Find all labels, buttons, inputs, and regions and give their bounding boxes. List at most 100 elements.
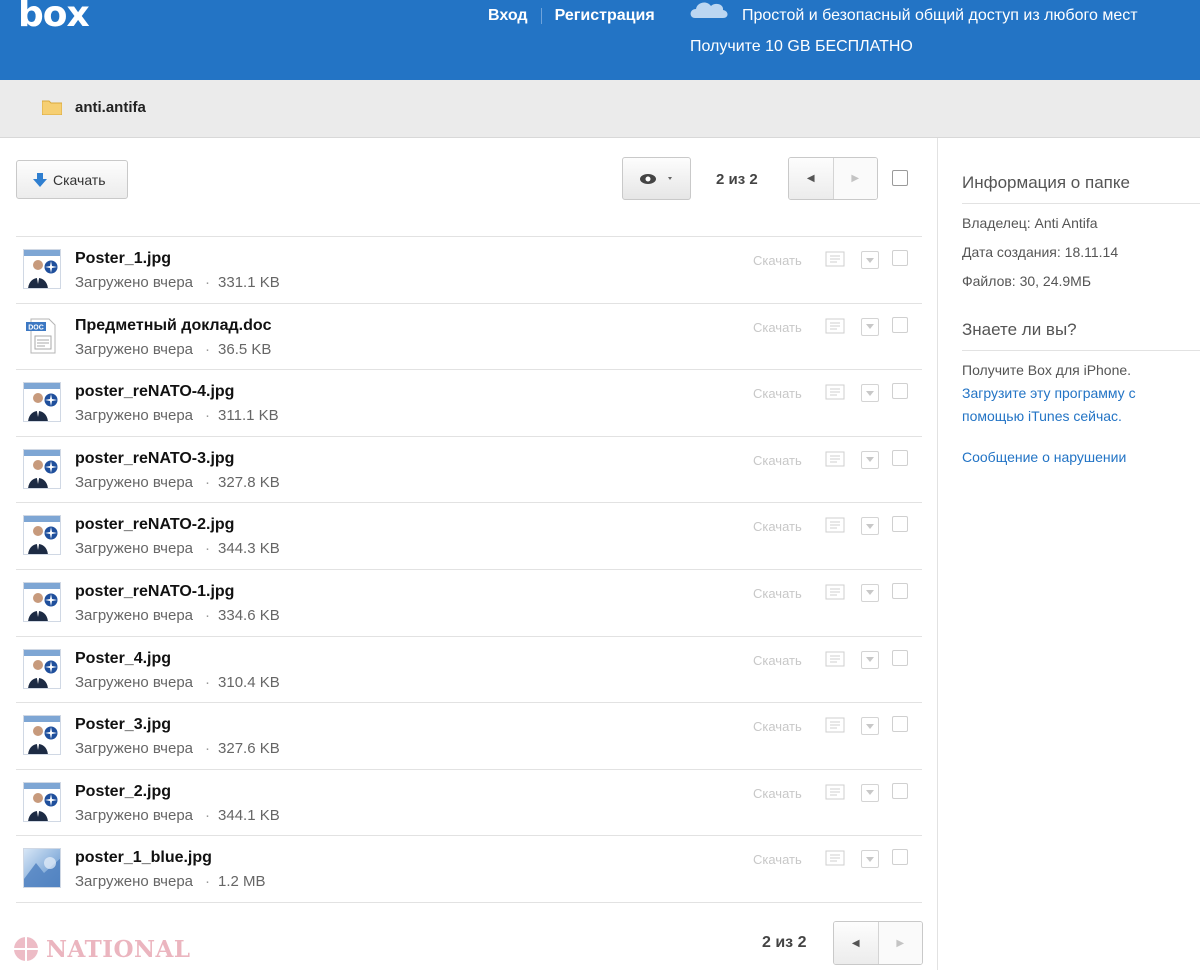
watermark-text: NATIONAL [46,935,191,963]
row-menu-button[interactable] [861,717,879,736]
image-thumbnail[interactable] [23,581,61,622]
row-menu-button[interactable] [861,650,879,669]
image-thumbnail[interactable] [23,781,61,822]
file-name[interactable]: Предметный доклад.doc [75,317,272,335]
row-checkbox[interactable] [892,383,908,400]
comment-icon[interactable] [825,717,845,735]
doc-file-icon[interactable]: DOC [23,316,61,356]
nato-emblem-icon [44,660,58,674]
file-upload-status: Загружено вчера [75,407,194,425]
file-row[interactable]: poster_reNATO-4.jpg Загружено вчера · 311.1… [16,370,922,437]
comment-icon[interactable] [825,451,845,469]
file-row[interactable]: Poster_1.jpg Загружено вчера · 331.1 KB Скач… [16,237,922,304]
report-abuse-link[interactable]: Сообщение о нарушении [962,449,1126,465]
row-menu-button[interactable] [861,850,879,869]
row-checkbox[interactable] [892,716,908,733]
file-size: 344.1 KB [218,806,280,824]
row-download-link[interactable]: Скачать [753,453,802,468]
file-row[interactable]: Poster_3.jpg Загружено вчера · 327.6 KB Скач… [16,703,922,770]
image-thumbnail[interactable] [23,648,61,689]
login-link[interactable]: Вход [488,7,528,25]
image-thumbnail[interactable] [23,249,61,289]
folder-created-date: Дата создания: 18.11.14 [962,244,1119,260]
file-name[interactable]: Poster_3.jpg [75,716,171,734]
row-download-link[interactable]: Скачать [753,519,802,534]
signup-link[interactable]: Регистрация [555,7,655,25]
row-menu-button[interactable] [861,317,879,336]
row-checkbox[interactable] [892,782,908,799]
file-row[interactable]: poster_reNATO-1.jpg Загружено вчера · 334.6… [16,570,922,637]
row-download-link[interactable]: Скачать [753,320,802,335]
file-upload-status: Загружено вчера [75,740,194,758]
file-name[interactable]: poster_reNATO-3.jpg [75,450,234,468]
itunes-link-line1[interactable]: Загрузите эту программу с [962,385,1136,401]
file-name[interactable]: poster_1_blue.jpg [75,849,212,867]
file-row[interactable]: poster_reNATO-3.jpg Загружено вчера · 327.8… [16,437,922,504]
row-checkbox[interactable] [892,316,908,333]
row-checkbox[interactable] [892,250,908,266]
file-row[interactable]: DOC Предметный доклад.doc Загружено вчера ·… [16,304,922,371]
row-download-link[interactable]: Скачать [753,653,802,668]
file-name[interactable]: poster_reNATO-1.jpg [75,583,234,601]
download-button[interactable]: Скачать [16,160,128,199]
row-menu-button[interactable] [861,783,879,802]
row-menu-button[interactable] [861,517,879,536]
comment-icon[interactable] [825,384,845,402]
row-checkbox[interactable] [892,849,908,866]
comment-icon[interactable] [825,850,845,868]
file-name[interactable]: poster_reNATO-4.jpg [75,383,234,401]
comment-icon[interactable] [825,251,845,269]
file-row[interactable]: Poster_4.jpg Загружено вчера · 310.4 KB Скач… [16,637,922,704]
row-menu-button[interactable] [861,450,879,469]
comment-icon[interactable] [825,784,845,802]
row-download-link[interactable]: Скачать [753,586,802,601]
image-thumbnail[interactable] [23,515,61,556]
header-promo[interactable]: Получите 10 GB БЕСПЛАТНО [690,38,913,56]
comment-icon[interactable] [825,318,845,336]
row-download-link[interactable]: Скачать [753,719,802,734]
folder-name[interactable]: anti.antifa [75,99,146,116]
row-menu-button[interactable] [861,583,879,602]
meta-separator: · [205,606,211,624]
file-row[interactable]: Poster_2.jpg Загружено вчера · 344.1 KB Скач… [16,770,922,837]
comment-icon[interactable] [825,517,845,535]
row-checkbox[interactable] [892,516,908,533]
image-thumbnail[interactable] [23,848,61,889]
prev-page-button-bottom[interactable]: ◀ [834,922,878,964]
file-row[interactable]: poster_reNATO-2.jpg Загружено вчера · 344.3… [16,503,922,570]
row-download-link[interactable]: Скачать [753,253,802,268]
file-name[interactable]: poster_reNATO-2.jpg [75,516,234,534]
view-mode-button[interactable] [622,157,691,200]
file-row[interactable]: poster_1_blue.jpg Загружено вчера · 1.2 MB С… [16,836,922,903]
meta-separator: · [205,340,211,358]
box-logo[interactable]: box [18,0,90,35]
next-page-button-bottom[interactable]: ▶ [877,922,922,964]
chevron-down-icon [866,257,874,263]
select-all-checkbox[interactable] [892,170,908,186]
meta-separator: · [205,540,211,558]
row-download-link[interactable]: Скачать [753,386,802,401]
image-thumbnail[interactable] [23,448,61,489]
next-page-button[interactable]: ▶ [832,158,877,199]
row-menu-button[interactable] [861,251,879,269]
comment-icon[interactable] [825,584,845,602]
row-download-link[interactable]: Скачать [753,786,802,801]
itunes-link-line2[interactable]: помощью iTunes сейчас. [962,408,1122,424]
row-checkbox[interactable] [892,649,908,666]
file-list: Poster_1.jpg Загружено вчера · 331.1 KB Скач… [16,236,922,903]
get-box-text: Получите Box для iPhone. [962,362,1132,378]
prev-page-button[interactable]: ◀ [789,158,833,199]
row-checkbox[interactable] [892,449,908,466]
file-name[interactable]: Poster_2.jpg [75,783,171,801]
file-meta: Загружено вчера · 344.1 KB [75,807,280,824]
row-menu-button[interactable] [861,384,879,403]
row-download-link[interactable]: Скачать [753,852,802,867]
comment-icon[interactable] [825,651,845,669]
file-name[interactable]: Poster_1.jpg [75,250,171,268]
download-arrow-icon [33,172,47,187]
doc-icon: DOC [26,318,56,354]
image-thumbnail[interactable] [23,382,61,423]
file-name[interactable]: Poster_4.jpg [75,650,171,668]
row-checkbox[interactable] [892,582,908,599]
image-thumbnail[interactable] [23,715,61,756]
